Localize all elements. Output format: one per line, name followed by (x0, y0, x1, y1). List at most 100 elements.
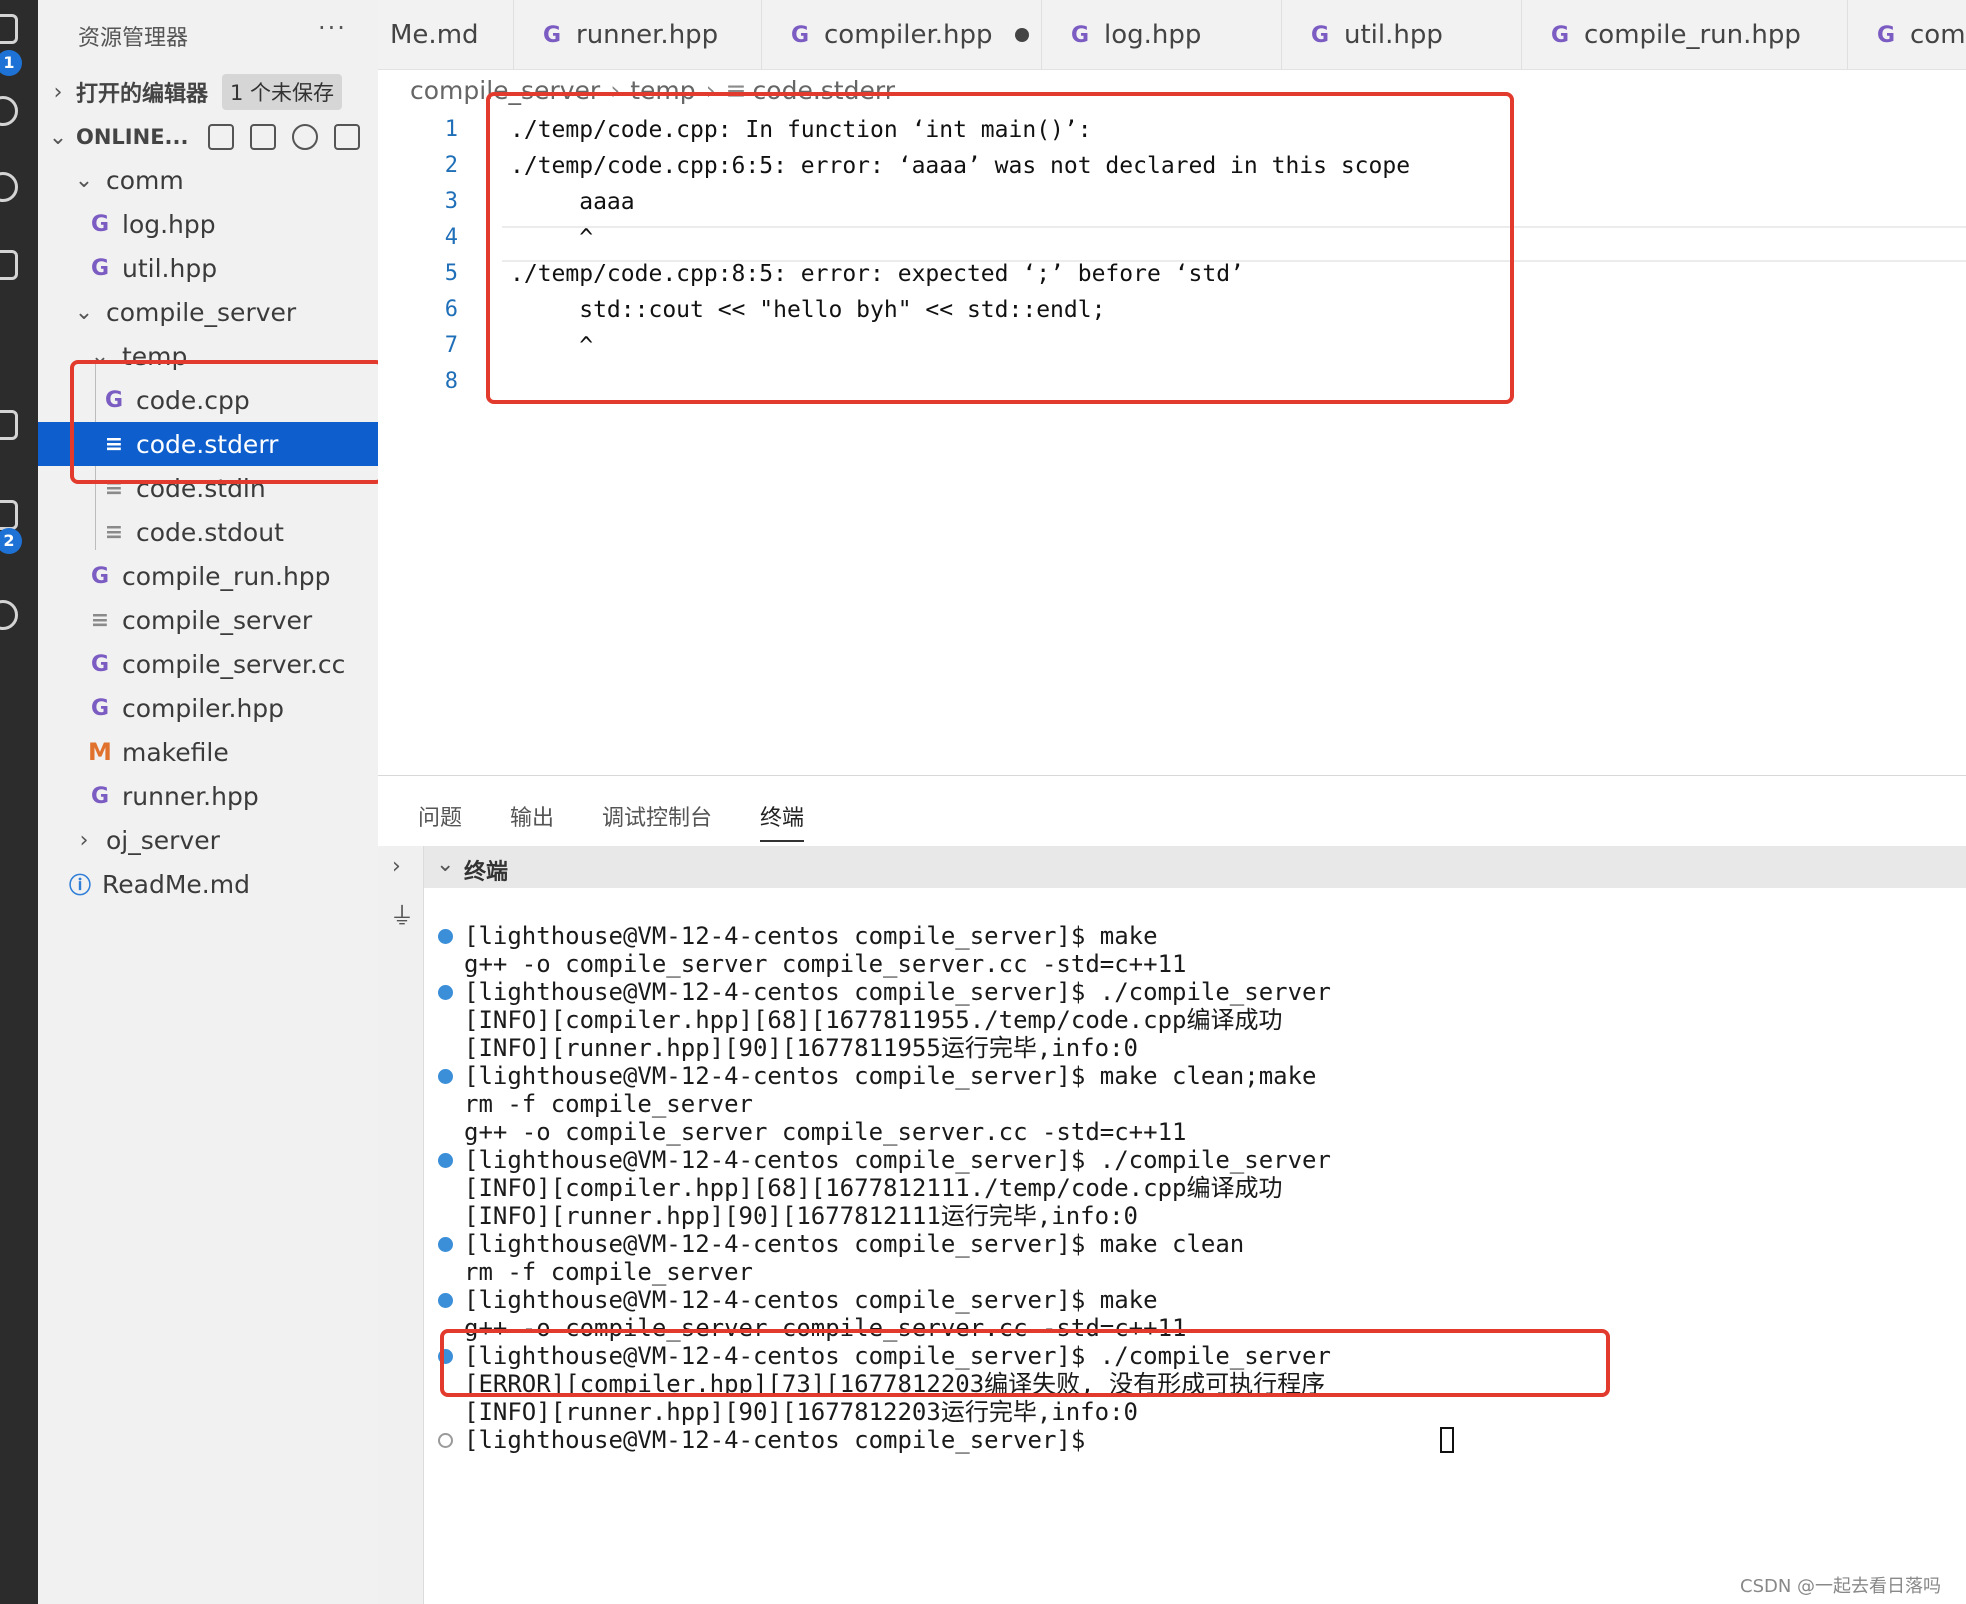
open-editors-section[interactable]: › 打开的编辑器 1 个未保存 (38, 72, 378, 112)
remote-badge: 2 (0, 528, 22, 554)
text-file-icon: ≡ (104, 519, 124, 545)
cpp-file-icon: G (542, 22, 562, 48)
tree-folder-oj-server[interactable]: › oj_server (38, 818, 378, 862)
tab-label: util.hpp (1344, 20, 1443, 50)
terminal-line: g++ -o compile_server compile_server.cc … (464, 950, 1187, 978)
tab-compile-server-cc[interactable]: G com (1848, 0, 1966, 69)
tree-folder-comm[interactable]: ⌄ comm (38, 158, 378, 202)
explorer-badge: 1 (0, 50, 22, 76)
source-control-icon[interactable] (0, 172, 18, 202)
annotation-box-error (440, 1329, 1610, 1397)
tab-readme[interactable]: Me.md (378, 0, 514, 69)
tab-label: com (1910, 20, 1966, 50)
makefile-icon: M (88, 738, 112, 766)
unsaved-dot-icon[interactable] (1014, 28, 1029, 42)
tree-item-label: compiler.hpp (122, 693, 285, 723)
terminal-line: [lighthouse@VM-12-4-centos compile_serve… (464, 1146, 1331, 1174)
tab-log-hpp[interactable]: G log.hpp (1042, 0, 1282, 69)
line-number: 8 (444, 369, 458, 394)
collapse-all-icon[interactable] (334, 124, 361, 150)
tree-file-code-stdout[interactable]: ≡ code.stdout (38, 510, 378, 554)
tree-item-label: ReadMe.md (102, 869, 250, 899)
command-status-dot-icon[interactable] (438, 985, 453, 1000)
tree-item-label: compile_server (122, 605, 313, 635)
command-status-dot-icon[interactable] (438, 1237, 453, 1252)
workspace-section[interactable]: ⌄ ONLINE... (38, 117, 378, 157)
github-icon[interactable] (0, 600, 18, 630)
command-status-dot-icon[interactable] (438, 1433, 453, 1448)
command-status-dot-icon[interactable] (438, 1069, 453, 1084)
command-status-dot-icon[interactable] (438, 929, 453, 944)
chevron-down-icon: ⌄ (74, 167, 94, 193)
cpp-file-icon: G (90, 695, 110, 721)
code-editor[interactable]: 1 2 3 4 5 6 7 8 ./temp/code.cpp: In func… (378, 92, 1966, 772)
line-number: 7 (444, 333, 458, 358)
command-status-dot-icon[interactable] (438, 1153, 453, 1168)
explorer-icon[interactable] (0, 14, 18, 44)
line-number: 4 (444, 225, 458, 250)
tab-problems[interactable]: 问题 (418, 800, 462, 832)
tab-label: compiler.hpp (824, 20, 993, 50)
tree-file-runner-hpp[interactable]: G runner.hpp (38, 774, 378, 818)
chevron-down-icon: ⌄ (74, 299, 94, 325)
new-file-icon[interactable] (208, 124, 235, 150)
info-icon: ⓘ (68, 874, 91, 899)
tab-util-hpp[interactable]: G util.hpp (1282, 0, 1522, 69)
text-file-icon: ≡ (90, 607, 110, 633)
workspace-label: ONLINE... (76, 125, 189, 149)
cpp-file-icon: G (1876, 22, 1896, 48)
tree-file-util-hpp[interactable]: G util.hpp (38, 246, 378, 290)
terminal-line: rm -f compile_server (464, 1090, 753, 1118)
plug-icon[interactable]: ⏚ (390, 896, 414, 931)
tree-file-makefile[interactable]: M makefile (38, 730, 378, 774)
chevron-right-icon[interactable]: › (392, 854, 401, 879)
terminal-line: [lighthouse@VM-12-4-centos compile_serve… (464, 1286, 1158, 1314)
terminal-line: [lighthouse@VM-12-4-centos compile_serve… (464, 1062, 1317, 1090)
tree-file-compiler-hpp[interactable]: G compiler.hpp (38, 686, 378, 730)
watermark: CSDN @一起去看日落吗 (1740, 1576, 1942, 1597)
tab-terminal[interactable]: 终端 (760, 800, 805, 842)
remote-icon[interactable] (0, 500, 18, 530)
refresh-icon[interactable] (292, 124, 319, 150)
tab-output[interactable]: 输出 (510, 800, 554, 832)
chevron-down-icon[interactable]: ⌄ (436, 852, 454, 877)
line-number: 1 (444, 117, 458, 142)
terminal-line: rm -f compile_server (464, 1258, 753, 1286)
tree-file-log-hpp[interactable]: G log.hpp (38, 202, 378, 246)
tab-runner-hpp[interactable]: G runner.hpp (514, 0, 762, 69)
tree-file-readme[interactable]: ⓘ ReadMe.md (38, 862, 378, 906)
new-folder-icon[interactable] (250, 124, 277, 150)
tree-item-label: compile_server (106, 297, 297, 327)
search-icon[interactable] (0, 96, 18, 126)
extensions-icon[interactable] (0, 410, 18, 440)
tree-folder-compile-server[interactable]: ⌄ compile_server (38, 290, 378, 334)
explorer-title: 资源管理器 (78, 26, 189, 51)
run-debug-icon[interactable] (0, 250, 18, 280)
tree-item-label: compile_run.hpp (122, 561, 331, 591)
terminal-line: [INFO][compiler.hpp][68][1677812111./tem… (464, 1174, 1283, 1202)
cpp-file-icon: G (90, 783, 110, 809)
tab-debug-console[interactable]: 调试控制台 (602, 800, 712, 832)
line-number: 5 (444, 261, 458, 286)
tree-item-label: util.hpp (122, 253, 218, 283)
command-status-dot-icon[interactable] (438, 1293, 453, 1308)
terminal-line: [INFO][runner.hpp][90][1677812111运行完毕,in… (464, 1202, 1138, 1230)
terminal-header: ⌄ 终端 (424, 846, 1966, 888)
annotation-box-files (70, 360, 378, 484)
tree-file-compile-server-cc[interactable]: G compile_server.cc (38, 642, 378, 686)
tab-compiler-hpp[interactable]: G compiler.hpp (762, 0, 1042, 69)
terminal-line: [lighthouse@VM-12-4-centos compile_serve… (464, 1426, 1100, 1454)
more-actions-icon[interactable]: ··· (318, 14, 347, 42)
tree-file-compile-server-bin[interactable]: ≡ compile_server (38, 598, 378, 642)
terminal-line: g++ -o compile_server compile_server.cc … (464, 1118, 1187, 1146)
terminal-line: [INFO][runner.hpp][90][1677811955运行完毕,in… (464, 1034, 1138, 1062)
line-number: 3 (444, 189, 458, 214)
terminal-cursor (1440, 1427, 1454, 1453)
tree-item-label: code.stdout (136, 517, 284, 547)
tab-compile-run-hpp[interactable]: G compile_run.hpp (1522, 0, 1848, 69)
tree-file-compile-run-hpp[interactable]: G compile_run.hpp (38, 554, 378, 598)
tab-label: compile_run.hpp (1584, 20, 1801, 50)
annotation-box-stderr (486, 92, 1514, 404)
tree-item-label: log.hpp (122, 209, 216, 239)
terminal-line: [lighthouse@VM-12-4-centos compile_serve… (464, 1230, 1245, 1258)
